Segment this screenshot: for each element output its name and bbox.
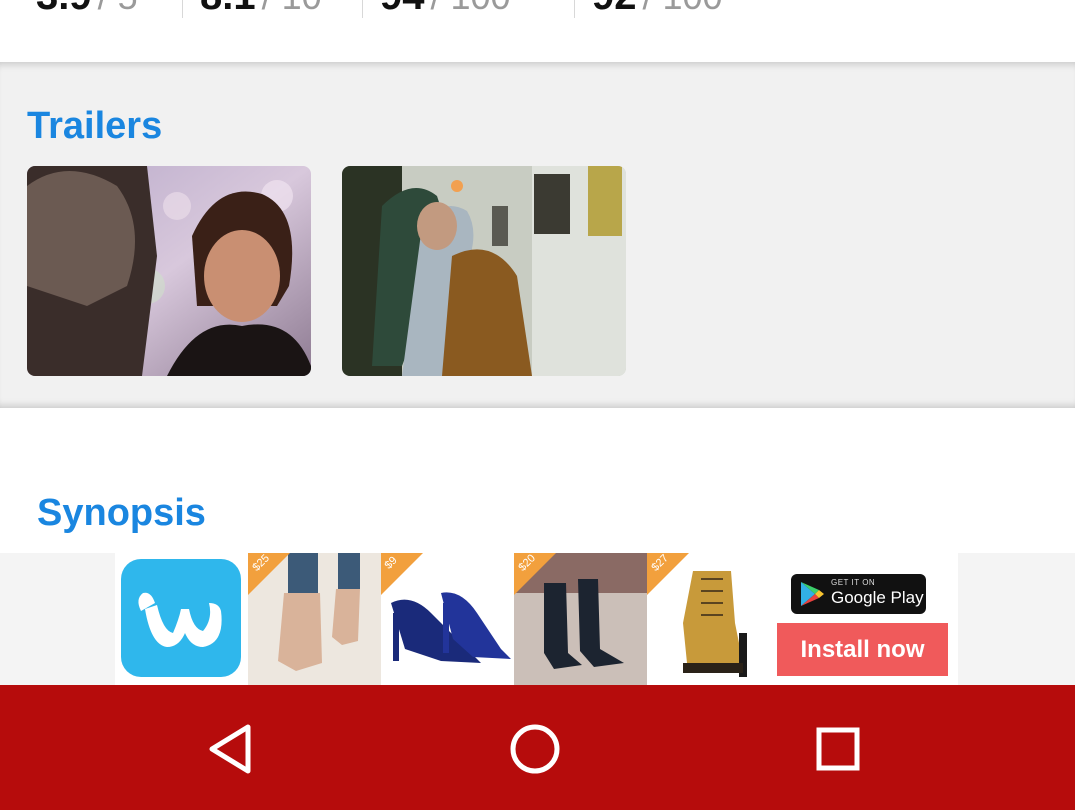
trailer-thumbnail-2[interactable] <box>342 166 626 376</box>
back-button[interactable] <box>202 719 262 779</box>
google-play-badge[interactable]: GET IT ON Google Play <box>791 574 926 614</box>
back-triangle-icon <box>209 724 251 774</box>
rating-divider <box>182 0 183 18</box>
play-store-icon <box>801 582 824 606</box>
home-button[interactable] <box>505 719 565 779</box>
recents-square-icon <box>816 727 860 771</box>
rating-1: 3.9 / 5 <box>36 0 138 18</box>
rating-value: 3.9 <box>36 0 92 19</box>
ratings-strip: 3.9 / 5 8.1 / 10 94 / 100 92 / 100 <box>0 0 1075 62</box>
rating-divider <box>362 0 363 18</box>
install-now-button[interactable]: Install now <box>777 623 948 676</box>
rating-value: 94 <box>380 0 425 19</box>
rating-value: 8.1 <box>200 0 256 19</box>
rating-3: 94 / 100 <box>380 0 511 18</box>
ad-product-2[interactable]: $9 <box>381 553 514 685</box>
synopsis-section: Synopsis <box>0 408 1075 553</box>
rating-max: / 100 <box>431 0 511 18</box>
ad-product-1[interactable]: $25 <box>248 553 381 685</box>
rating-2: 8.1 / 10 <box>200 0 322 18</box>
system-nav-bar <box>0 685 1075 810</box>
rating-divider <box>574 0 575 18</box>
trailers-section: Trailers <box>0 62 1075 408</box>
recents-button[interactable] <box>808 719 868 779</box>
ad-product-3[interactable]: $20 <box>514 553 647 685</box>
rating-max: / 10 <box>262 0 322 18</box>
rating-max: / 100 <box>643 0 723 18</box>
home-circle-icon <box>510 724 560 774</box>
trailers-title: Trailers <box>27 105 163 147</box>
wish-icon <box>121 559 241 677</box>
store-big-text: Google Play <box>831 588 924 607</box>
trailer-1-image <box>27 166 311 376</box>
trailer-thumbnail-1[interactable] <box>27 166 311 376</box>
rating-value: 92 <box>592 0 637 19</box>
rating-4: 92 / 100 <box>592 0 723 18</box>
app-screen: 3.9 / 5 8.1 / 10 94 / 100 92 / 100 Trail… <box>0 0 1075 810</box>
rating-max: / 5 <box>98 0 138 18</box>
ad-banner[interactable]: $25 $9 $20 $27 GET IT ON Google Play Ins… <box>0 553 1075 685</box>
ad-content[interactable]: $25 $9 $20 $27 GET IT ON Google Play Ins… <box>115 553 958 685</box>
ad-product-4[interactable]: $27 <box>647 553 780 685</box>
synopsis-title: Synopsis <box>37 492 206 534</box>
store-small-text: GET IT ON <box>831 578 876 587</box>
trailer-2-image <box>342 166 626 376</box>
